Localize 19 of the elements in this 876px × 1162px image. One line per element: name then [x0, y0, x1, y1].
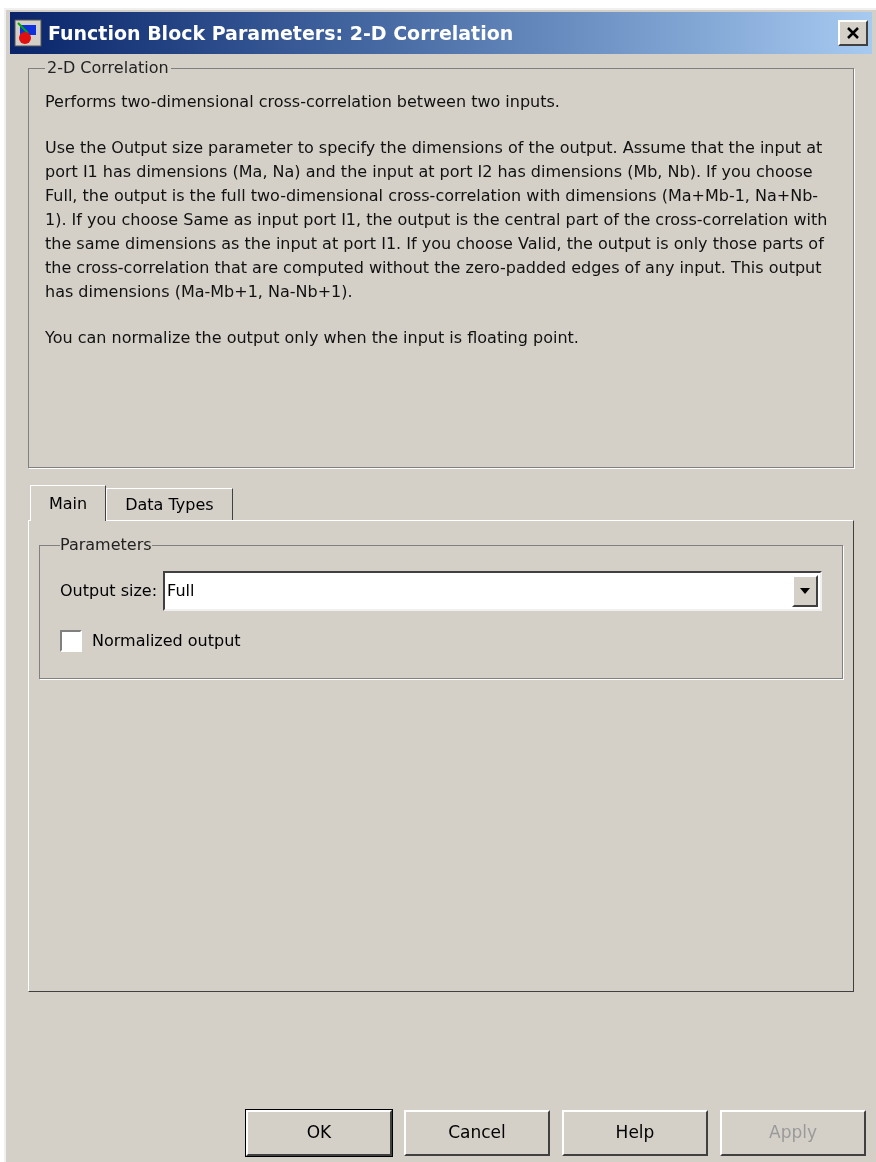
checkbox[interactable]: [60, 630, 82, 652]
group-title: Parameters: [60, 534, 152, 556]
description-text: Use the Output size parameter to specify the dimensions of the output. Assume that the input at port I1 has dimensions (Ma, Na) and the input at port I2 has dimensions (Mb, Nb). If you choose Full, the output is the full two-dimensional cross-correlation with dimensions (Ma+Mb-1, Na+Nb-1). If you choose Same as input port I1, the output is the central part of the cross-correlation with the same dimensions as the input at port I1. If you choose Valid, the output is only those parts of the cross-correlation that are computed without the zero-padded edges of any input. This output has dimensions (Ma-Mb+1, Na-Nb+1).: [45, 137, 829, 303]
dialog-button[interactable]: OK: [246, 1110, 392, 1156]
tab[interactable]: Data Types: [106, 488, 233, 520]
window-title: Function Block Parameters: 2-D Correlation: [48, 20, 514, 46]
dropdown-value: Full: [166, 580, 196, 602]
dialog-button[interactable]: Cancel: [404, 1110, 550, 1156]
description-text: Performs two-dimensional cross-correlation between two inputs.: [45, 91, 561, 113]
field-label: Output size:: [60, 580, 158, 602]
group-title: 2-D Correlation: [46, 57, 170, 79]
close-icon: [846, 26, 860, 40]
description-text: You can normalize the output only when the input is floating point.: [45, 327, 580, 349]
dialog-button[interactable]: Help: [562, 1110, 708, 1156]
close-button[interactable]: [838, 20, 868, 46]
tab[interactable]: Main: [30, 485, 107, 521]
output-size-dropdown[interactable]: Full: [163, 571, 822, 611]
checkbox-label: Normalized output: [92, 630, 241, 652]
app-icon: [14, 19, 42, 47]
